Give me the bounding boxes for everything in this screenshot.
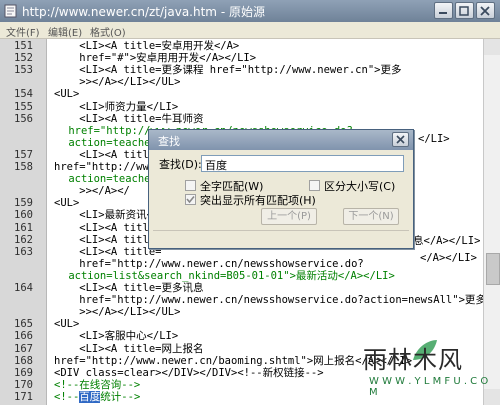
line-number: 171 — [14, 390, 33, 403]
close-button[interactable] — [476, 2, 495, 19]
scroll-thumb[interactable] — [486, 253, 500, 285]
find-dialog: 查找 查找(D): 百度 全字匹配(W) 区分大小写(C) 突出显示所有匹配项(… — [148, 129, 414, 249]
match-case-label: 区分大小写(C) — [324, 180, 396, 193]
find-label: 查找(D): — [159, 158, 202, 171]
highlight-all-checkbox[interactable] — [185, 194, 196, 205]
find-previous-button[interactable]: 上一个(P) — [261, 208, 317, 225]
menu-format[interactable]: 格式(O) — [90, 24, 126, 39]
menu-bar: 文件(F) 编辑(E) 格式(O) — [0, 22, 500, 39]
match-case-checkbox[interactable] — [309, 180, 320, 191]
maximize-icon — [459, 6, 469, 16]
checkmark-icon — [186, 195, 195, 204]
window-titlebar: http://www.newer.cn/zt/java.htm - 原始源 — [0, 0, 500, 22]
minimize-icon — [439, 12, 447, 14]
search-highlight: 百度 — [79, 390, 101, 403]
find-dialog-close-button[interactable] — [392, 132, 409, 147]
highlight-all-label: 突出显示所有匹配项(H) — [200, 194, 316, 207]
dialog-divider — [153, 230, 409, 231]
find-dialog-title: 查找 — [158, 135, 180, 148]
watermark-url: W W W . Y L M F U . C O M — [369, 376, 489, 398]
maximize-button[interactable] — [455, 2, 474, 19]
line-text: <!--百度统计--> — [54, 390, 141, 403]
find-input[interactable]: 百度 — [201, 155, 404, 172]
close-icon — [396, 135, 405, 144]
minimize-button[interactable] — [434, 2, 453, 19]
window-title: http://www.newer.cn/zt/java.htm - 原始源 — [22, 5, 265, 19]
find-next-button[interactable]: 下一个(N) — [343, 208, 399, 225]
line-fragment: </A></LI> — [420, 252, 477, 264]
whole-word-checkbox[interactable] — [185, 180, 196, 191]
menu-file[interactable]: 文件(F) — [6, 24, 40, 39]
close-icon — [480, 6, 490, 16]
menu-edit[interactable]: 编辑(E) — [48, 24, 82, 39]
watermark-text: 雨林木风 — [363, 346, 463, 374]
site-watermark: 雨林木风 W W W . Y L M F U . C O M — [357, 332, 497, 398]
find-dialog-titlebar: 查找 — [149, 130, 413, 150]
notepad-icon — [4, 4, 17, 18]
scroll-up-button[interactable] — [484, 39, 500, 55]
